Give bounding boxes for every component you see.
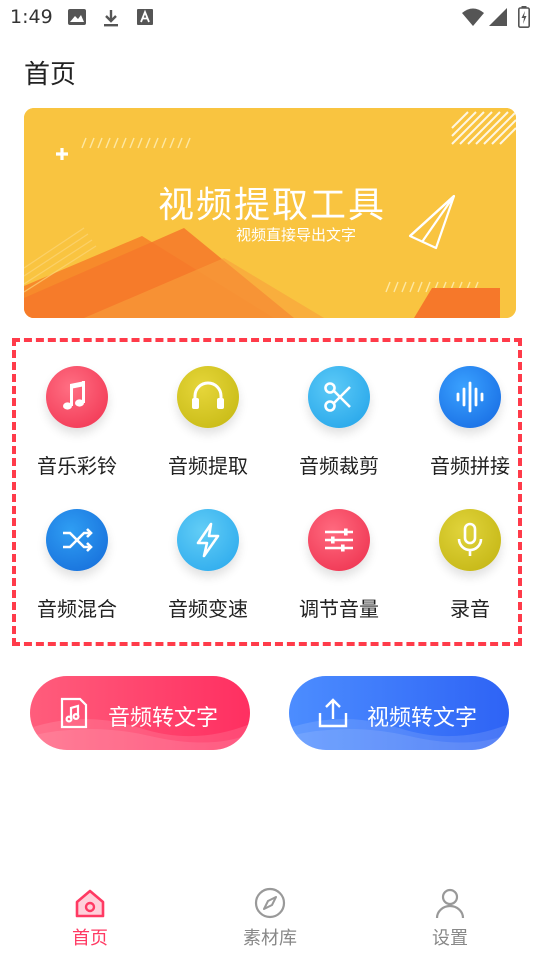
wifi-icon [462, 8, 484, 26]
a-notification-icon [137, 9, 153, 25]
user-icon [435, 888, 465, 919]
tool-label: 音频混合 [37, 597, 117, 621]
waveform-icon [439, 366, 501, 428]
cellular-signal-icon [489, 8, 507, 26]
battery-icon [518, 6, 530, 28]
tool-label: 音频提取 [168, 454, 248, 478]
page-title: 首页 [24, 60, 77, 90]
microphone-icon [439, 509, 501, 571]
tools-grid: 音乐彩铃 音频提取 音频裁剪 音频拼接 音频混合 音频变速 调节音量 录音 [12, 338, 522, 646]
status-bar: 1:49 [0, 0, 540, 36]
tool-audio-mix[interactable]: 音频混合 [16, 485, 136, 621]
tool-label: 音频变速 [168, 597, 248, 621]
tool-label: 调节音量 [299, 597, 379, 621]
nav-home-label: 首页 [72, 928, 108, 949]
nav-home[interactable]: 首页 [40, 886, 140, 952]
shuffle-icon [46, 509, 108, 571]
image-notification-icon [68, 9, 86, 25]
nav-material-library[interactable]: 素材库 [220, 886, 320, 952]
tool-audio-join[interactable]: 音频拼接 [409, 342, 529, 478]
video-to-text-button[interactable]: 视频转文字 [289, 676, 509, 750]
tool-record[interactable]: 录音 [409, 485, 529, 621]
download-notification-icon [104, 10, 118, 27]
nav-material-label: 素材库 [243, 928, 297, 949]
nav-settings-label: 设置 [432, 928, 468, 949]
banner-subtitle: 视频直接导出文字 [236, 226, 357, 244]
compass-icon [254, 887, 286, 919]
audio-file-icon [60, 697, 88, 729]
banner[interactable]: 视频提取工具 视频直接导出文字 [24, 108, 516, 318]
video-to-text-label: 视频转文字 [367, 706, 478, 731]
tool-volume[interactable]: 调节音量 [278, 485, 398, 621]
scissors-icon [308, 366, 370, 428]
sliders-icon [308, 509, 370, 571]
tool-label: 音频裁剪 [299, 454, 379, 478]
tool-audio-cut[interactable]: 音频裁剪 [278, 342, 398, 478]
audio-to-text-label: 音频转文字 [108, 706, 219, 731]
tool-audio-speed[interactable]: 音频变速 [147, 485, 267, 621]
upload-icon [318, 698, 348, 728]
status-time: 1:49 [10, 6, 53, 28]
tool-music-ringtone[interactable]: 音乐彩铃 [16, 342, 136, 478]
home-icon [75, 889, 105, 918]
headphones-icon [177, 366, 239, 428]
music-note-icon [46, 366, 108, 428]
lightning-icon [177, 509, 239, 571]
tool-label: 音频拼接 [430, 454, 510, 478]
nav-settings[interactable]: 设置 [400, 886, 500, 952]
tool-label: 音乐彩铃 [37, 454, 117, 478]
audio-to-text-button[interactable]: 音频转文字 [30, 676, 250, 750]
banner-title: 视频提取工具 [158, 185, 387, 226]
tool-audio-extract[interactable]: 音频提取 [147, 342, 267, 478]
tool-label: 录音 [450, 597, 490, 621]
